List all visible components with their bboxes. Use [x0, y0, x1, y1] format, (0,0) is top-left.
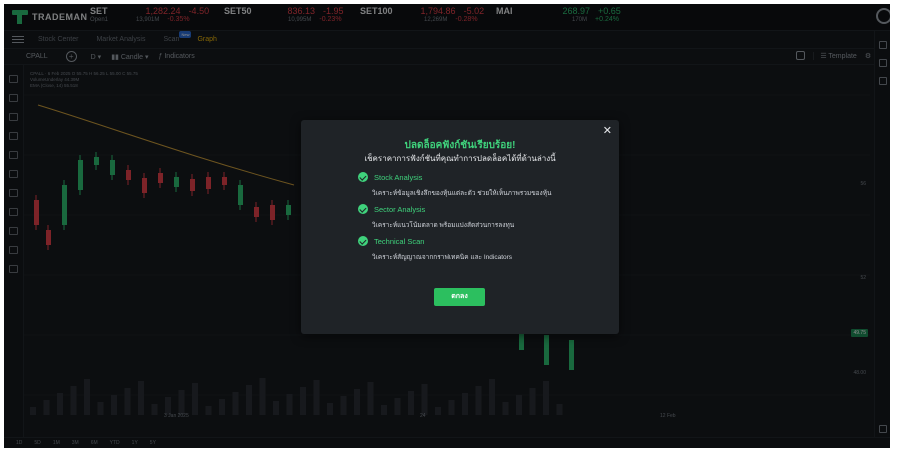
feature-title: Technical Scan	[374, 236, 425, 246]
ok-button[interactable]: ตกลง	[434, 288, 485, 306]
feature-title: Stock Analysis	[374, 172, 423, 182]
check-circle-icon	[358, 236, 368, 246]
feature-title: Sector Analysis	[374, 204, 426, 214]
check-circle-icon	[358, 172, 368, 182]
feature-sector-analysis: Sector Analysis วิเคราะห์แนวโน้มตลาด พร้…	[358, 204, 514, 230]
check-circle-icon	[358, 204, 368, 214]
app-window: TRADEMAN SET 1,282.24 -4.50 Open1 13,901…	[4, 4, 890, 448]
dialog-subtitle: เช็คราคาการฟังก์ชันที่คุณทำการปลดล็อคได้…	[364, 154, 556, 163]
feature-description: วิเคราะห์ข้อมูลเชิงลึกของหุ้นแต่ละตัว ช่…	[372, 190, 552, 197]
feature-description: วิเคราะห์สัญญาณจากกราฟเทคนิค และ Indicat…	[372, 254, 513, 261]
unlock-success-dialog: ✕ ปลดล็อคฟังก์ชันเรียบร้อย! เช็คราคาการฟ…	[301, 120, 619, 334]
close-icon[interactable]: ✕	[603, 124, 612, 137]
dialog-title: ปลดล็อคฟังก์ชันเรียบร้อย!	[404, 140, 516, 151]
feature-description: วิเคราะห์แนวโน้มตลาด พร้อมแบ่งสัดส่วนการ…	[372, 222, 515, 229]
feature-technical-scan: Technical Scan วิเคราะห์สัญญาณจากกราฟเทค…	[358, 236, 512, 262]
feature-stock-analysis: Stock Analysis วิเคราะห์ข้อมูลเชิงลึกของ…	[358, 172, 551, 198]
